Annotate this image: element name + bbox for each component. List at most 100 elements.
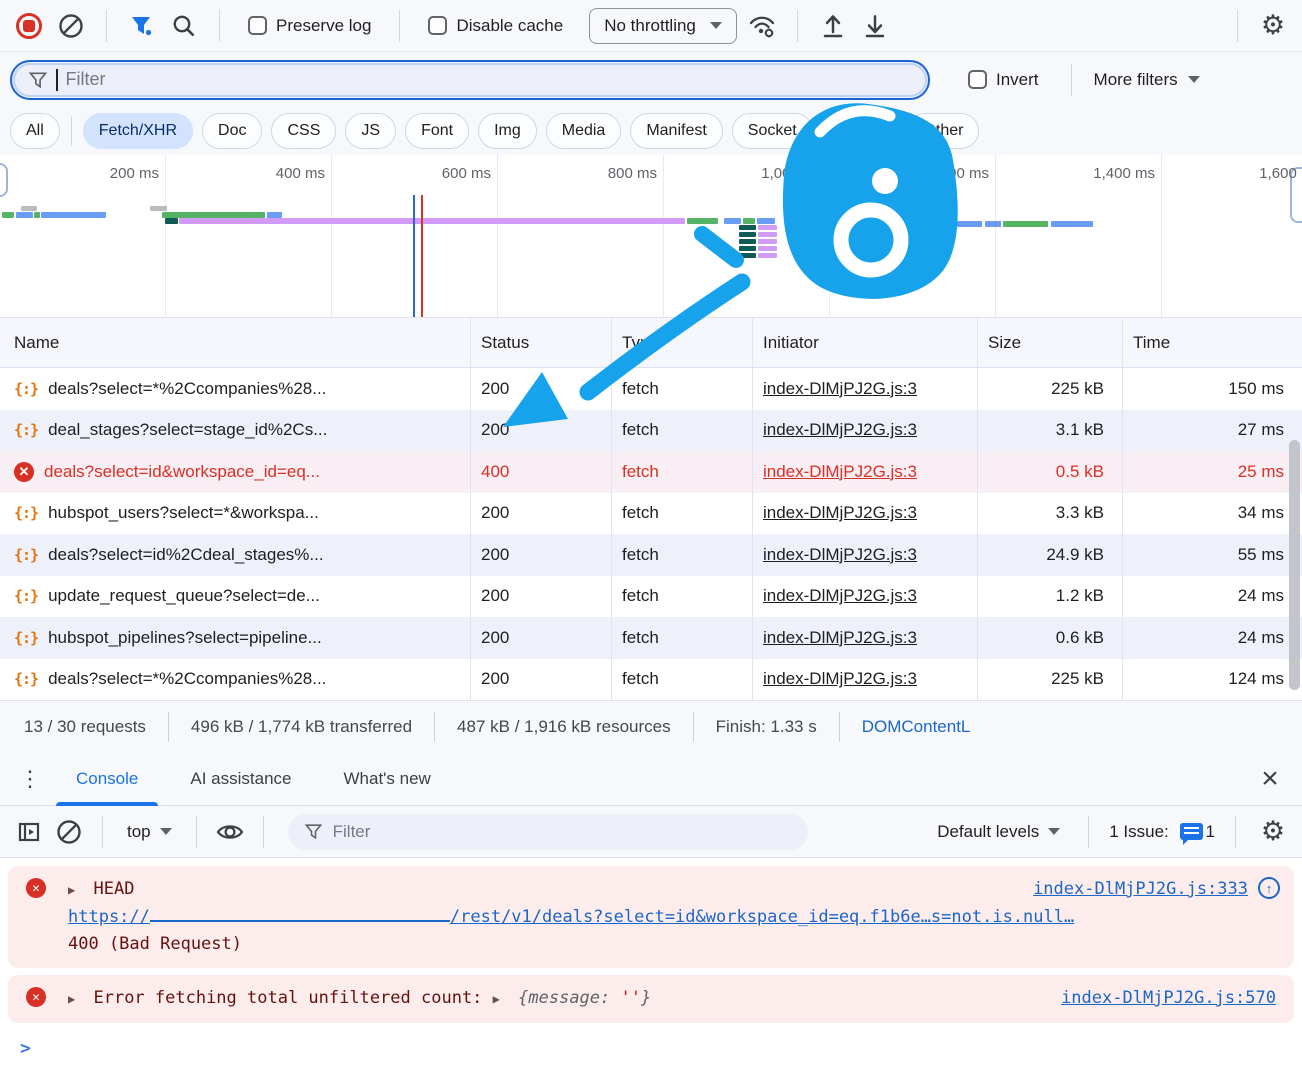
- table-scrollbar-thumb[interactable]: [1289, 440, 1300, 690]
- console-error-message[interactable]: ✕ ▶ Error fetching total unfiltered coun…: [8, 975, 1294, 1023]
- column-header-type[interactable]: Type: [612, 318, 753, 367]
- search-icon: [171, 13, 197, 39]
- chip-other[interactable]: Other: [907, 113, 979, 149]
- chip-manifest[interactable]: Manifest: [630, 113, 722, 149]
- context-selector[interactable]: top: [119, 822, 180, 842]
- kebab-menu-icon[interactable]: ⋮: [10, 766, 50, 792]
- console-sidebar-toggle[interactable]: [12, 815, 46, 849]
- column-header-status[interactable]: Status: [471, 318, 612, 367]
- table-row[interactable]: {:}deals?select=*%2Ccompanies%28... 200 …: [0, 659, 1302, 701]
- clear-console-button[interactable]: [52, 815, 86, 849]
- request-name: hubspot_users?select=*&workspa...: [48, 503, 319, 523]
- toolbar-divider: [219, 10, 220, 42]
- network-summary-bar: 13 / 30 requests 496 kB / 1,774 kB trans…: [0, 700, 1302, 752]
- import-har-button[interactable]: [816, 9, 850, 43]
- chip-socket[interactable]: Socket: [732, 113, 813, 149]
- chip-font[interactable]: Font: [405, 113, 469, 149]
- summary-finish: Finish: 1.33 s: [694, 717, 839, 737]
- throttling-select[interactable]: No throttling: [589, 8, 737, 44]
- chip-all[interactable]: All: [10, 113, 60, 149]
- redacted-host: [150, 920, 450, 922]
- filter-toggle-button[interactable]: [125, 9, 159, 43]
- export-har-button[interactable]: [858, 9, 892, 43]
- record-stop-button[interactable]: [12, 9, 46, 43]
- initiator-link[interactable]: index-DlMjPJ2G.js:3: [763, 628, 917, 648]
- toolbar-divider: [263, 816, 264, 848]
- column-header-initiator[interactable]: Initiator: [753, 318, 978, 367]
- table-row[interactable]: {:}hubspot_pipelines?select=pipeline... …: [0, 617, 1302, 659]
- log-levels-select[interactable]: Default levels: [929, 822, 1068, 842]
- chip-js[interactable]: JS: [345, 113, 396, 149]
- invert-checkbox[interactable]: Invert: [968, 70, 1039, 90]
- network-overview[interactable]: 200 ms400 ms600 ms800 ms1,000 ms1,200 ms…: [0, 155, 1302, 318]
- chip-media[interactable]: Media: [546, 113, 622, 149]
- table-row[interactable]: {:}hubspot_users?select=*&workspa... 200…: [0, 493, 1302, 535]
- table-row-error[interactable]: ✕deals?select=id&workspace_id=eq... 400 …: [0, 451, 1302, 493]
- network-filter-input[interactable]: Filter: [10, 60, 930, 100]
- initiator-link[interactable]: index-DlMjPJ2G.js:3: [763, 669, 917, 689]
- request-type: fetch: [612, 493, 753, 535]
- chip-fetch-xhr[interactable]: Fetch/XHR: [83, 113, 193, 149]
- object-preview[interactable]: {message: ''}: [518, 988, 651, 1008]
- initiator-link[interactable]: index-DlMjPJ2G.js:3: [763, 462, 917, 482]
- console-filter-input[interactable]: Filter: [288, 814, 808, 850]
- toolbar-divider: [102, 816, 103, 848]
- live-expression-button[interactable]: [213, 815, 247, 849]
- column-header-size[interactable]: Size: [978, 318, 1123, 367]
- disable-cache-checkbox[interactable]: Disable cache: [428, 16, 563, 36]
- error-url-link[interactable]: https:///rest/v1/deals?select=id&workspa…: [68, 907, 1074, 927]
- table-row[interactable]: {:}deals?select=*%2Ccompanies%28... 200 …: [0, 368, 1302, 410]
- tab-ai-assistance[interactable]: AI assistance: [164, 752, 317, 806]
- waterfall-bar: [687, 218, 718, 224]
- chip-wasm[interactable]: Wasm: [822, 113, 899, 149]
- request-status: 400: [471, 451, 612, 493]
- source-location-link[interactable]: index-DlMjPJ2G.js:333: [1033, 876, 1248, 903]
- expand-triangle-icon[interactable]: ▶: [68, 992, 75, 1006]
- request-type: fetch: [612, 368, 753, 410]
- toolbar-divider: [797, 10, 798, 42]
- initiator-link[interactable]: index-DlMjPJ2G.js:3: [763, 503, 917, 523]
- column-header-time[interactable]: Time: [1123, 318, 1302, 367]
- close-drawer-button[interactable]: ×: [1248, 762, 1292, 796]
- console-prompt[interactable]: >: [0, 1030, 1302, 1059]
- tab-whats-new[interactable]: What's new: [317, 752, 456, 806]
- initiator-link[interactable]: index-DlMjPJ2G.js:3: [763, 420, 917, 440]
- preserve-log-checkbox[interactable]: Preserve log: [248, 16, 371, 36]
- clear-network-log-button[interactable]: [54, 9, 88, 43]
- initiator-link[interactable]: index-DlMjPJ2G.js:3: [763, 545, 917, 565]
- table-row[interactable]: {:}deal_stages?select=stage_id%2Cs... 20…: [0, 410, 1302, 452]
- request-size: 225 kB: [978, 659, 1123, 701]
- expand-triangle-icon[interactable]: ▶: [68, 883, 75, 897]
- source-location-link[interactable]: index-DlMjPJ2G.js:570: [1061, 985, 1276, 1012]
- initiator-link[interactable]: index-DlMjPJ2G.js:3: [763, 379, 917, 399]
- waterfall-bar: [739, 246, 756, 251]
- wifi-gear-icon: [747, 12, 777, 40]
- console-error-message[interactable]: ✕ ▶ HEAD https:///rest/v1/deals?select=i…: [8, 866, 1294, 968]
- waterfall-bar: [952, 221, 982, 227]
- issues-counter[interactable]: 1 Issue: 1: [1109, 822, 1215, 842]
- reveal-in-network-icon[interactable]: ↑: [1258, 877, 1280, 899]
- context-value: top: [127, 822, 151, 842]
- issues-count: 1: [1206, 822, 1215, 842]
- network-conditions-button[interactable]: [745, 9, 779, 43]
- request-name: deal_stages?select=stage_id%2Cs...: [48, 420, 327, 440]
- json-braces-icon: {:}: [14, 629, 38, 647]
- initiator-link[interactable]: index-DlMjPJ2G.js:3: [763, 586, 917, 606]
- checkbox-box: [428, 16, 447, 35]
- waterfall-bar: [739, 253, 756, 258]
- search-button[interactable]: [167, 9, 201, 43]
- settings-gear-icon[interactable]: ⚙: [1256, 9, 1290, 43]
- console-settings-gear-icon[interactable]: ⚙: [1256, 815, 1290, 849]
- expand-triangle-icon[interactable]: ▶: [493, 992, 500, 1006]
- chip-img[interactable]: Img: [478, 113, 537, 149]
- table-row[interactable]: {:}deals?select=id%2Cdeal_stages%... 200…: [0, 534, 1302, 576]
- request-time: 24 ms: [1123, 576, 1302, 618]
- more-filters-button[interactable]: More filters: [1094, 70, 1200, 90]
- waterfall-bar: [41, 212, 106, 218]
- table-row[interactable]: {:}update_request_queue?select=de... 200…: [0, 576, 1302, 618]
- chip-css[interactable]: CSS: [271, 113, 336, 149]
- tab-console[interactable]: Console: [50, 752, 164, 806]
- request-type: fetch: [612, 451, 753, 493]
- column-header-name[interactable]: Name: [0, 318, 471, 367]
- chip-doc[interactable]: Doc: [202, 113, 262, 149]
